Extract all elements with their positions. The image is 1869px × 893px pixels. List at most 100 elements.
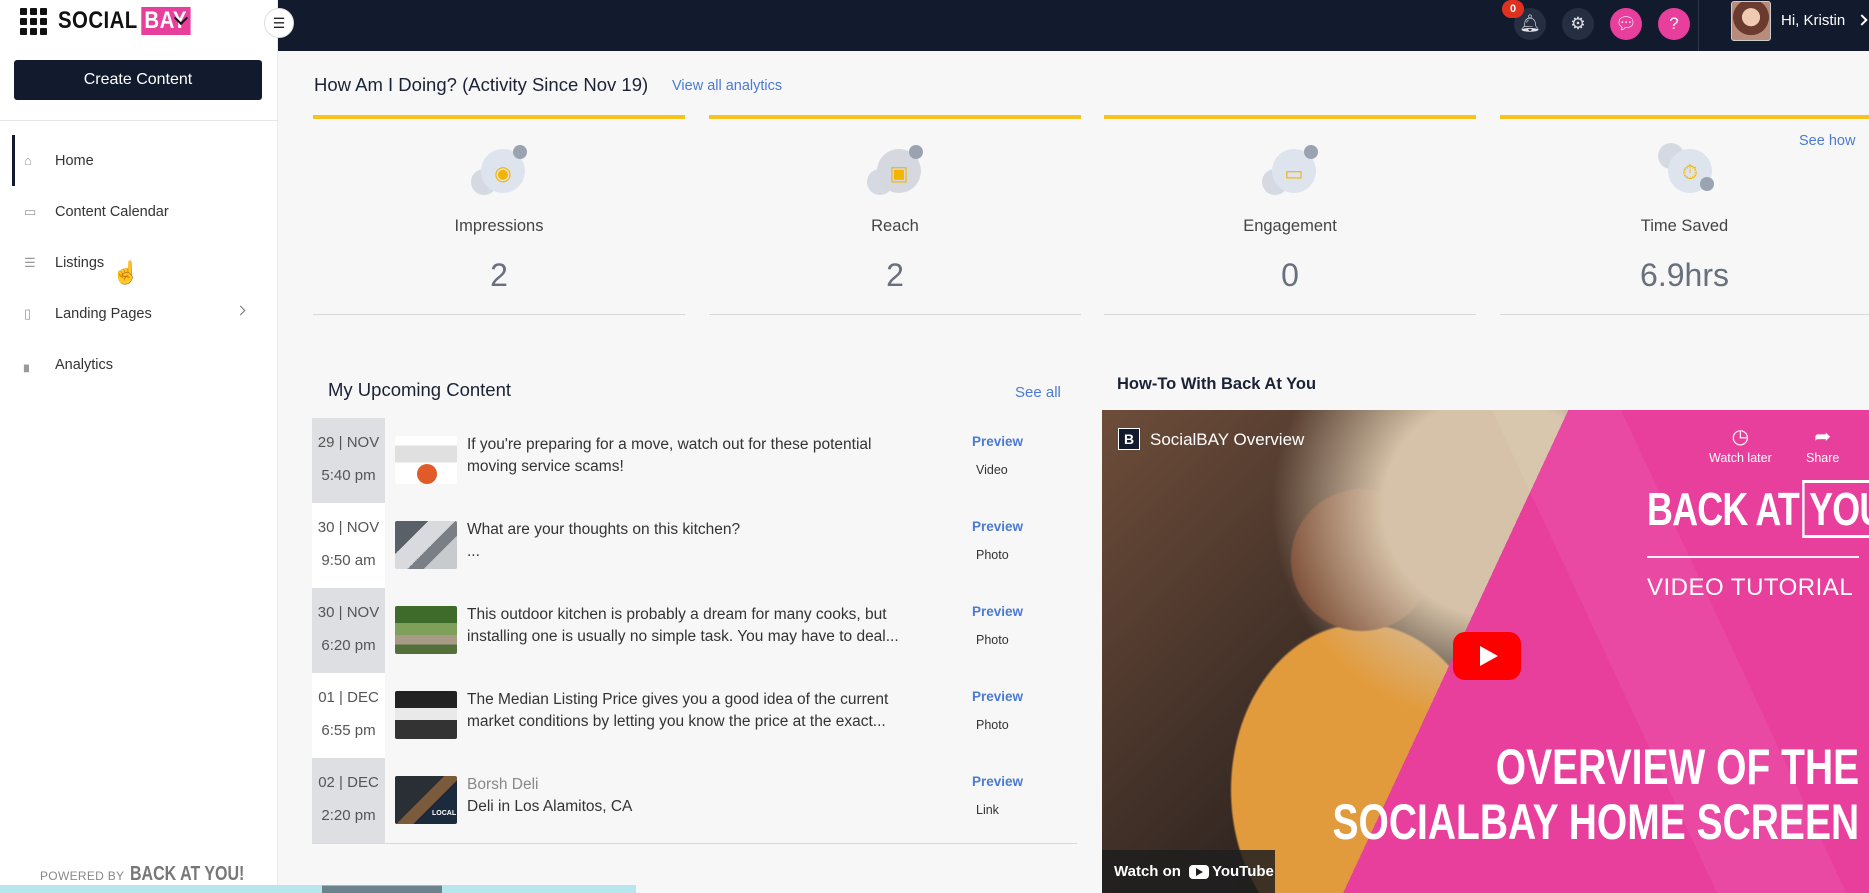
preview-link[interactable]: Preview [972, 689, 1023, 704]
post-thumbnail[interactable] [395, 436, 457, 484]
chat-button[interactable]: 💬︎ [1610, 8, 1642, 40]
engagement-icon: ▭ [1262, 143, 1318, 199]
post-thumbnail[interactable] [395, 521, 457, 569]
topbar-divider [1698, 0, 1699, 51]
post-text: If you're preparing for a move, watch ou… [467, 436, 872, 475]
video-rule [1647, 556, 1859, 558]
analytics-icon: ▖ [24, 356, 34, 372]
post-date-day: 01 | DEC [318, 689, 379, 706]
preview-link[interactable]: Preview [972, 604, 1023, 619]
list-item[interactable]: 30 | NOV 6:20 pm This outdoor kitchen is… [312, 588, 1077, 673]
play-button[interactable] [1453, 632, 1521, 680]
preview-link[interactable]: Preview [972, 519, 1023, 534]
post-date-time: 6:55 pm [321, 722, 376, 739]
create-content-button[interactable]: Create Content [14, 60, 262, 100]
post-text-more: ... [467, 543, 480, 560]
impressions-icon: ◉ [471, 143, 527, 199]
post-type: Photo [976, 548, 1009, 562]
avatar[interactable] [1731, 1, 1771, 41]
stat-value: 2 [886, 257, 904, 293]
sidebar-item-home[interactable]: ⌂ Home [0, 135, 278, 186]
list-item[interactable]: 30 | NOV 9:50 am What are your thoughts … [312, 503, 1077, 588]
post-type: Photo [976, 718, 1009, 732]
post-date-time: 2:20 pm [321, 807, 376, 824]
post-date-day: 30 | NOV [317, 519, 380, 536]
brand: SOCIAL BAY [20, 4, 191, 38]
post-thumbnail[interactable] [395, 691, 457, 739]
share-button[interactable]: ➦ Share [1806, 424, 1839, 465]
logo-text-left: SOCIAL [58, 7, 138, 34]
sidebar-item-label: Content Calendar [55, 203, 169, 220]
sidebar-item-label: Home [55, 152, 94, 169]
powered-by: POWERED BY BACK AT YOU! [40, 863, 273, 886]
watch-on-youtube-button[interactable]: Watch on YouTube [1102, 850, 1275, 893]
collapse-menu-icon: ☰ [272, 14, 286, 31]
headline-line-2: SOCIALBAY HOME SCREEN [1332, 794, 1859, 850]
list-divider [312, 843, 1077, 844]
next-section-heading-cut [322, 879, 442, 893]
powered-by-label: POWERED BY [40, 869, 125, 883]
video-title[interactable]: SocialBAY Overview [1150, 430, 1304, 450]
post-date-time: 6:20 pm [321, 637, 376, 654]
settings-button[interactable]: ⚙ [1562, 8, 1594, 40]
list-item[interactable]: 01 | DEC 6:55 pm The Median Listing Pric… [312, 673, 1077, 758]
youtube-logo: YouTube [1188, 863, 1274, 880]
chevron-right-icon[interactable] [235, 305, 246, 316]
user-greeting[interactable]: Hi, Kristin [1781, 12, 1845, 29]
socialbay-logo[interactable]: SOCIAL BAY [58, 7, 191, 35]
home-icon: ⌂ [24, 152, 32, 168]
channel-logo[interactable]: B [1118, 428, 1140, 450]
reach-icon: ▣ [867, 143, 923, 199]
post-date: 01 | DEC 6:55 pm [312, 673, 385, 758]
sidebar-item-label: Analytics [55, 356, 114, 373]
sidebar: SOCIAL BAY Create Content ⌂ Home ▭ Conte… [0, 0, 278, 893]
headline-line-1: OVERVIEW OF THE [1495, 739, 1859, 795]
post-date: 30 | NOV 6:20 pm [312, 588, 385, 673]
sidebar-item-label: Landing Pages [55, 305, 152, 322]
upcoming-content-list: 29 | NOV 5:40 pm If you're preparing for… [312, 418, 1077, 843]
post-text: What are your thoughts on this kitchen? … [467, 519, 912, 563]
stat-label: Engagement [1243, 217, 1337, 235]
video-subtitle: VIDEO TUTORIAL [1647, 574, 1854, 601]
post-link-subtitle: Deli in Los Alamitos, CA [467, 798, 633, 815]
sidebar-item-content-calendar[interactable]: ▭ Content Calendar [0, 186, 278, 237]
gear-icon: ⚙ [1570, 14, 1586, 33]
help-button[interactable]: ? [1658, 8, 1690, 40]
watch-later-button[interactable]: ◷ Watch later [1709, 424, 1772, 465]
post-type: Photo [976, 633, 1009, 647]
list-item[interactable]: 02 | DEC 2:20 pm LOCAL Borsh Deli Deli i… [312, 758, 1077, 843]
post-thumbnail[interactable] [395, 606, 457, 654]
stat-value: 0 [1281, 257, 1299, 293]
back-at-you-logo: BACK ATYOU! [1647, 480, 1869, 538]
stopwatch-icon: ⏱ [1658, 143, 1714, 199]
video-player[interactable]: B SocialBAY Overview ◷ Watch later ➦ Sha… [1102, 410, 1869, 893]
stat-label: Time Saved [1640, 217, 1729, 235]
preview-link[interactable]: Preview [972, 434, 1023, 449]
post-type: Video [976, 463, 1008, 477]
bell-icon: 🔔︎ [1519, 14, 1541, 33]
help-icon: ? [1669, 14, 1679, 33]
post-date-time: 5:40 pm [321, 467, 376, 484]
post-type: Link [976, 803, 999, 817]
notification-badge: 0 [1502, 0, 1524, 18]
share-label: Share [1806, 451, 1840, 465]
activity-title: How Am I Doing? (Activity Since Nov 19) [314, 74, 649, 95]
view-all-analytics-link[interactable]: View all analytics [672, 78, 782, 94]
see-all-link[interactable]: See all [1015, 384, 1061, 401]
chat-icon: 💬︎ [1615, 14, 1637, 33]
post-text-line: What are your thoughts on this kitchen? [467, 521, 741, 538]
preview-link[interactable]: Preview [972, 774, 1023, 789]
calendar-icon: ▭ [24, 203, 37, 219]
share-icon: ➦ [1814, 426, 1832, 448]
post-date-day: 29 | NOV [317, 434, 380, 451]
status-strip [0, 885, 636, 893]
sidebar-item-landing-pages[interactable]: ▯ Landing Pages [0, 288, 278, 339]
upcoming-content-title: My Upcoming Content [328, 379, 512, 400]
youtube-label: YouTube [1211, 863, 1274, 880]
post-text: The Median Listing Price gives you a goo… [467, 691, 889, 730]
collapse-sidebar-button[interactable]: ☰ [264, 8, 294, 38]
list-item[interactable]: 29 | NOV 5:40 pm If you're preparing for… [312, 418, 1077, 503]
sidebar-item-analytics[interactable]: ▖ Analytics [0, 339, 278, 390]
thumbnail-tag: LOCAL [432, 810, 457, 817]
apps-grid-icon[interactable] [20, 8, 47, 35]
